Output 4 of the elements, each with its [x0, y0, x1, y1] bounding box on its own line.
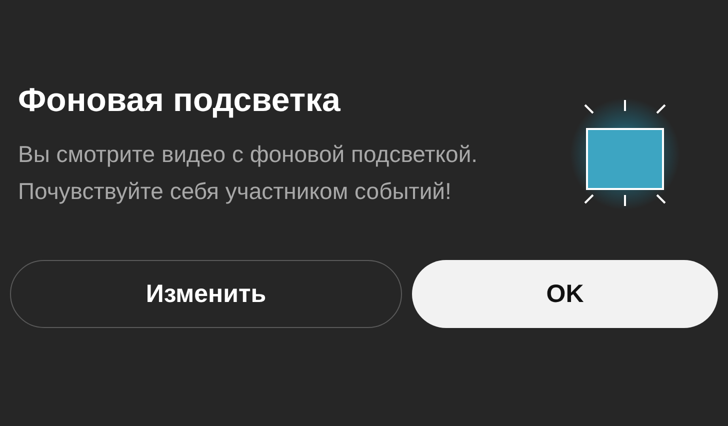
dialog-message: Вы смотрите видео с фоновой подсветкой. Почувствуйте себя участником событий!	[18, 140, 479, 206]
dialog-button[interactable]: OK	[412, 260, 718, 328]
dialog-title: Фоновая подсветка	[18, 80, 342, 120]
dialog-button[interactable]: Изменить	[10, 260, 402, 328]
